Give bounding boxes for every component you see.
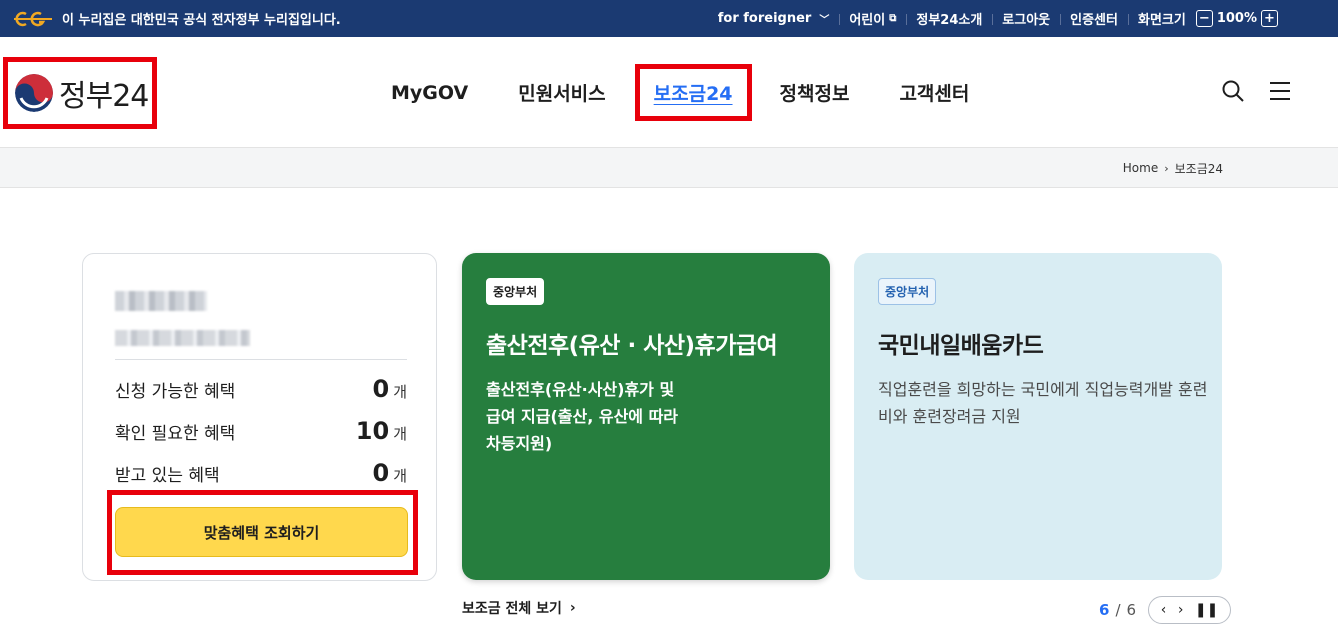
utility-links: for foreigner ﹀ 어린이 ⧉ 정부24소개 로그아웃 인증센터 화면크… [708, 0, 1292, 37]
view-all-label: 보조금 전체 보기 [462, 601, 562, 617]
nav-mygov[interactable]: MyGOV [391, 82, 468, 104]
view-all-subsidies-link[interactable]: 보조금 전체 보기 › [462, 598, 576, 618]
benefit-count: 10 [355, 417, 390, 445]
chevron-right-icon: › [1164, 161, 1169, 175]
benefit-label: 확인 필요한 혜택 [115, 423, 236, 444]
carousel-pager: 6 / 6 ‹ › ❚❚ [1099, 596, 1232, 624]
prev-icon[interactable]: ‹ [1161, 602, 1167, 618]
nav-customer-center-label: 고객센터 [899, 83, 970, 105]
about-label: 정부24소개 [916, 13, 983, 28]
masked-user-info [115, 330, 250, 346]
benefit-row-needs-check[interactable]: 확인 필요한 혜택 10 개 [115, 416, 407, 446]
nav-subsidy24-label: 보조금24 [653, 83, 733, 105]
pager-controls: ‹ › ❚❚ [1148, 596, 1232, 624]
benefit-row-receiving[interactable]: 받고 있는 혜택 0개 [115, 458, 407, 488]
breadcrumb-bar: Home › 보조금24 [0, 148, 1338, 188]
chevron-down-icon: ﹀ [819, 15, 830, 26]
foreigner-link[interactable]: for foreigner ﹀ [708, 11, 840, 26]
zoom-label: 화면크기 [1137, 13, 1186, 28]
breadcrumb-home[interactable]: Home [1123, 161, 1158, 175]
breadcrumb: Home › 보조금24 [1123, 148, 1223, 188]
benefit-label: 받고 있는 혜택 [115, 465, 220, 486]
custom-benefit-search-button[interactable]: 맞춤혜택 조회하기 [115, 507, 408, 557]
nav-customer-center[interactable]: 고객센터 [899, 79, 969, 106]
nav-mygov-label: MyGOV [391, 81, 469, 104]
pause-icon[interactable]: ❚❚ [1195, 602, 1218, 618]
pager-total: 6 [1126, 601, 1137, 619]
top-utility-bar: 이 누리집은 대한민국 공식 전자정부 누리집입니다. for foreigne… [0, 0, 1338, 37]
chevron-right-icon: › [569, 600, 576, 616]
card-title: 국민내일배움카드 [878, 333, 1044, 359]
nav-policy-info[interactable]: 정책정보 [780, 79, 850, 106]
site-header: 정부24 MyGOV 민원서비스 보조금24 정책정보 고객센터 [0, 37, 1338, 148]
benefit-label: 신청 가능한 혜택 [115, 381, 236, 402]
external-link-icon: ⧉ [889, 13, 897, 24]
logout-link[interactable]: 로그아웃 [992, 9, 1060, 28]
next-icon[interactable]: › [1178, 602, 1184, 618]
site-logo[interactable]: 정부24 [3, 57, 157, 129]
breadcrumb-current: 보조금24 [1174, 161, 1223, 176]
main-nav: MyGOV 민원서비스 보조금24 정책정보 고객센터 [391, 37, 1019, 148]
card-description: 출산전후(유산·사산)휴가 및 급여 지급(출산, 유산에 따라 차등지원) [486, 380, 679, 453]
masked-user-name [115, 291, 207, 311]
category-tag: 중앙부처 [486, 278, 545, 305]
logout-label: 로그아웃 [1002, 13, 1051, 28]
divider [115, 359, 407, 360]
cert-center-label: 인증센터 [1070, 13, 1118, 28]
taegeuk-logo-icon [15, 74, 53, 112]
kids-label: 어린이 [849, 13, 886, 28]
logo-text: 정부24 [59, 79, 149, 114]
search-icon[interactable] [1221, 79, 1245, 103]
pager-separator: / [1115, 601, 1121, 619]
gov-notice-text: 이 누리집은 대한민국 공식 전자정부 누리집입니다. [62, 13, 341, 28]
cta-highlight: 맞춤혜택 조회하기 [107, 490, 418, 575]
kids-link[interactable]: 어린이 ⧉ [839, 9, 906, 28]
zoom-out-button[interactable]: − [1195, 10, 1213, 27]
nav-civil-service-label: 민원서비스 [518, 83, 606, 105]
nav-subsidy24[interactable]: 보조금24 [634, 64, 752, 121]
cert-center-link[interactable]: 인증센터 [1060, 9, 1128, 28]
benefit-unit: 개 [393, 425, 407, 443]
category-tag: 중앙부처 [878, 278, 937, 305]
zoom-control: 화면크기 − 100% + [1127, 9, 1292, 28]
nav-civil-service[interactable]: 민원서비스 [518, 79, 605, 106]
benefit-row-available[interactable]: 신청 가능한 혜택 0개 [115, 374, 407, 404]
gov-notice: 이 누리집은 대한민국 공식 전자정부 누리집입니다. [12, 0, 341, 37]
zoom-value: 100% [1216, 11, 1257, 26]
benefit-unit: 개 [393, 467, 407, 485]
foreigner-label: for foreigner [717, 11, 812, 26]
egov-logo-icon [14, 11, 52, 26]
zoom-in-button[interactable]: + [1261, 10, 1278, 27]
card-description: 직업훈련을 희망하는 국민에게 직업능력개발 훈련비와 훈련장려금 지원 [878, 380, 1208, 426]
benefit-card-maternity[interactable]: 중앙부처 출산전후(유산 · 사산)휴가급여 출산전후(유산·사산)휴가 및 급… [462, 253, 830, 580]
user-benefit-card: 신청 가능한 혜택 0개 확인 필요한 혜택 10 개 받고 있는 혜택 0개 맞… [82, 253, 437, 581]
nav-policy-info-label: 정책정보 [779, 83, 850, 105]
card-title: 출산전후(유산 · 사산)휴가급여 [486, 333, 778, 359]
benefit-card-learning-card[interactable]: 중앙부처 국민내일배움카드 직업훈련을 희망하는 국민에게 직업능력개발 훈련비… [854, 253, 1222, 580]
menu-icon[interactable] [1268, 79, 1292, 103]
about-link[interactable]: 정부24소개 [906, 9, 992, 28]
benefit-count: 0 [372, 375, 390, 403]
benefit-unit: 개 [393, 383, 407, 401]
benefit-count: 0 [372, 459, 390, 487]
pager-current: 6 [1099, 601, 1110, 619]
